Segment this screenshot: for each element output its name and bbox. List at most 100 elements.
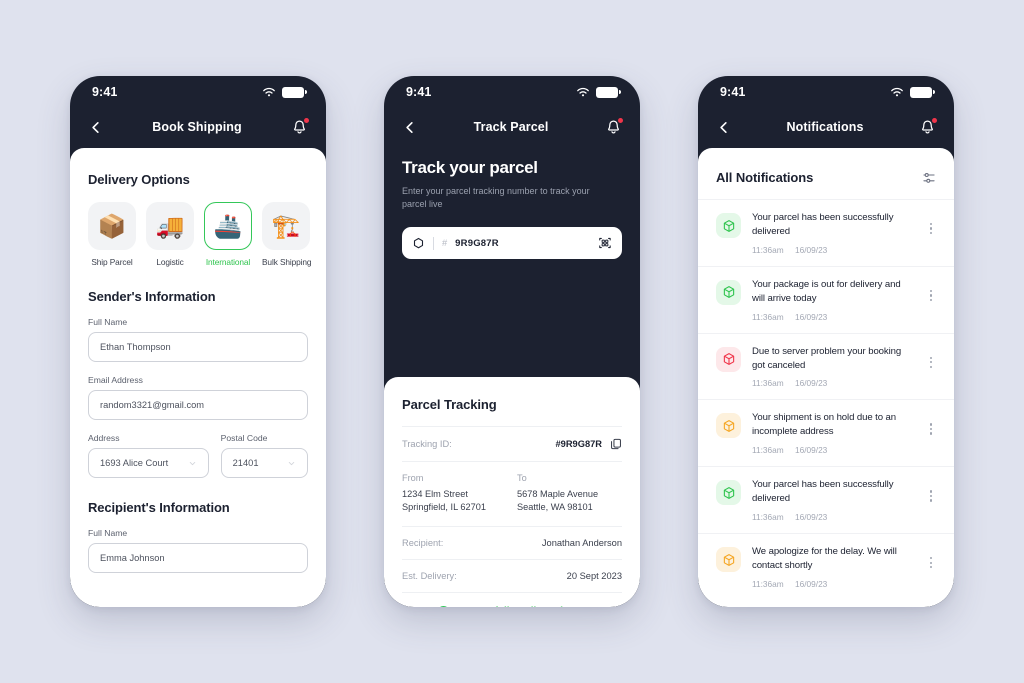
phone-notifications: 9:41 Notifications All Notifications You… [698,76,954,607]
notification-badge-dot [932,117,937,123]
timeline-content: Successfully Delivered You parcel was de… [454,606,622,607]
box-icon [716,346,741,372]
sender-email-field: Email Address random3321@gmail.com [88,375,308,420]
est-delivery-label: Est. Delivery: [402,570,457,581]
status-indicators [576,86,621,98]
chevron-left-icon[interactable] [88,120,103,135]
sender-postal-select[interactable]: 21401 [220,448,308,478]
box-icon [716,547,741,573]
sender-information-section: Sender's Information Full Name Ethan Tho… [88,289,308,478]
notification-item[interactable]: Your parcel has been successfully delive… [698,466,954,533]
from-line-1: 1234 Elm Street [402,489,468,499]
tracking-number-input[interactable]: # 9R9G87R [402,227,622,260]
from-value: 1234 Elm Street Springfield, IL 62701 [402,488,507,515]
nav-bar: Track Parcel [384,106,640,148]
notification-text: Your shipment is on hold due to an incom… [752,412,896,438]
recipient-full-name-field: Full Name Emma Johnson [88,528,308,573]
kebab-menu-icon[interactable] [924,411,938,435]
kebab-menu-icon[interactable] [924,345,938,368]
page-title: Track Parcel [473,120,549,134]
track-hero: Track your parcel Enter your parcel trac… [384,148,640,260]
parcel-tracking-content: Parcel Tracking Tracking ID: #9R9G87R Fr… [384,377,640,607]
notification-time: 11:36am [752,578,784,589]
recipient-full-name-input[interactable]: Emma Johnson [88,543,308,573]
notifications-button[interactable] [291,117,309,136]
page-title: Notifications [786,120,864,134]
all-notifications-title: All Notifications [716,170,814,185]
notification-date: 16/09/23 [795,244,828,255]
chevron-down-icon [288,461,295,465]
notification-item[interactable]: Your shipment is on hold due to an incom… [698,399,954,466]
tracking-hash-prefix: # [442,238,448,249]
hexagon-icon [413,237,424,248]
field-label: Address [88,433,120,443]
delivery-options-title: Delivery Options [88,172,190,187]
hero-title: Track your parcel [402,158,538,177]
notification-badge-dot [303,117,309,123]
to-value: 5678 Maple Avenue Seattle, WA 98101 [517,488,622,515]
status-indicators [890,86,935,98]
from-label: From [402,473,424,483]
sender-address-select[interactable]: 1693 Alice Court [88,448,209,478]
recipient-information-section: Recipient's Information Full Name Emma J… [88,500,308,573]
qr-scan-icon[interactable] [598,236,612,250]
est-delivery-value: 20 Sept 2023 [566,570,622,581]
notification-text: Your parcel has been successfully delive… [752,212,894,237]
notification-item[interactable]: Your package is out for delivery and wil… [698,265,954,333]
kebab-menu-icon[interactable] [924,278,938,302]
delivery-option-label: Logistic [156,257,184,267]
delivery-option-label: International [205,257,251,267]
notifications-content: All Notifications Your parcel has been s… [698,148,954,607]
recipient-section-title: Recipient's Information [88,500,230,515]
from-to-row: From 1234 Elm Street Springfield, IL 627… [402,461,622,526]
sender-email-input[interactable]: random3321@gmail.com [88,390,308,420]
copy-icon[interactable] [610,438,622,450]
timeline-rail [432,605,454,607]
chevron-left-icon[interactable] [716,120,731,135]
tracking-id-row: Tracking ID: #9R9G87R [402,426,622,461]
kebab-menu-icon[interactable] [924,478,938,502]
filter-sliders-icon[interactable] [922,171,936,185]
chevron-left-icon[interactable] [402,120,417,135]
wifi-icon [891,87,903,96]
delivery-options-list: 📦 Ship Parcel 🚚 Logistic 🚢 International… [88,202,326,267]
to-line-2: Seattle, WA 98101 [517,502,593,513]
check-circle-icon [436,605,450,607]
to-label: To [517,473,527,483]
delivery-option-international[interactable]: 🚢 International [204,202,252,267]
field-label: Full Name [88,317,128,327]
tracking-id-label: Tracking ID: [402,439,452,449]
kebab-menu-icon[interactable] [924,211,938,235]
notification-item[interactable]: Your parcel has been successfully delive… [698,199,954,266]
kebab-menu-icon[interactable] [924,545,938,569]
sender-full-name-input[interactable]: Ethan Thompson [88,332,308,362]
status-time: 9:41 [720,85,746,99]
notifications-header: All Notifications [698,148,954,199]
notification-item[interactable]: Due to server problem your booking got c… [698,332,954,400]
notifications-button[interactable] [919,117,937,136]
ship-icon: 🚢 [204,202,252,250]
notification-text: Your package is out for delivery and wil… [752,278,901,304]
field-label: Postal Code [220,433,268,443]
timeline-date: 20 Sept [402,606,432,608]
battery-icon [910,86,935,98]
delivery-option-logistic[interactable]: 🚚 Logistic [146,202,194,267]
recipient-value: Jonathan Anderson [541,537,622,548]
delivery-option-label: Ship Parcel [91,257,133,267]
status-indicators [262,86,307,98]
notification-item[interactable]: We apologize for the delay. We will cont… [698,533,954,600]
notification-time: 11:36am [752,378,784,389]
notifications-button[interactable] [605,117,623,136]
battery-icon [282,86,307,98]
box-icon [716,413,741,439]
from-line-2: Springfield, IL 62701 [402,502,486,513]
box-icon [716,480,741,506]
delivery-option-ship-parcel[interactable]: 📦 Ship Parcel [88,202,136,267]
sender-section-title: Sender's Information [88,289,216,304]
delivery-option-bulk-shipping[interactable]: 🏗️ Bulk Shipping [262,202,312,267]
timeline-title: Successfully Delivered [454,606,622,607]
est-delivery-row: Est. Delivery: 20 Sept 2023 [402,558,622,592]
select-value: 21401 [232,458,259,468]
forklift-icon: 🏗️ [262,202,310,250]
notification-date: 16/09/23 [795,512,828,523]
